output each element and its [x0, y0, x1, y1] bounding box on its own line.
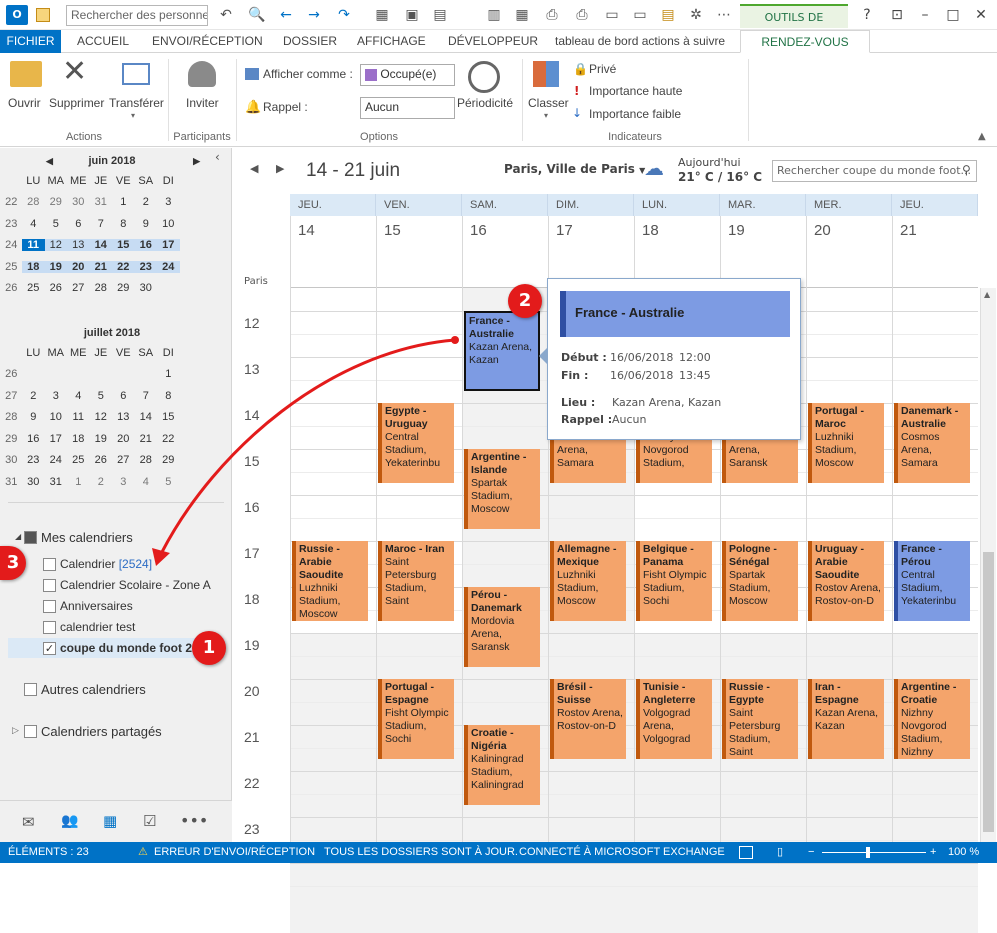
half-hour-line — [290, 886, 978, 887]
zoom-level: 100 % — [948, 846, 980, 858]
annotation-badge-1: 1 — [192, 631, 226, 665]
warning-icon: ⚠ — [138, 846, 148, 858]
annotation-badge-2: 2 — [508, 284, 542, 318]
reading-view-icon[interactable]: ▯ — [777, 842, 783, 863]
connection-status: CONNECTÉ À MICROSOFT EXCHANGE — [519, 846, 725, 858]
annotation-arrow — [152, 336, 459, 566]
zoom-out-icon[interactable]: − — [808, 842, 814, 863]
send-receive-error[interactable]: ERREUR D'ENVOI/RÉCEPTION — [154, 842, 315, 863]
zoom-slider-thumb[interactable] — [866, 847, 870, 858]
hour-line — [290, 863, 978, 864]
zoom-in-icon[interactable]: + — [930, 842, 936, 863]
folders-status: TOUS LES DOSSIERS SONT À JOUR. — [324, 846, 518, 858]
status-bar: ÉLÉMENTS : 23 ⚠ ERREUR D'ENVOI/RÉCEPTION… — [0, 842, 997, 863]
zoom-slider[interactable] — [822, 852, 926, 853]
item-count-status: ÉLÉMENTS : 23 — [8, 846, 89, 858]
normal-view-icon[interactable] — [739, 846, 753, 859]
